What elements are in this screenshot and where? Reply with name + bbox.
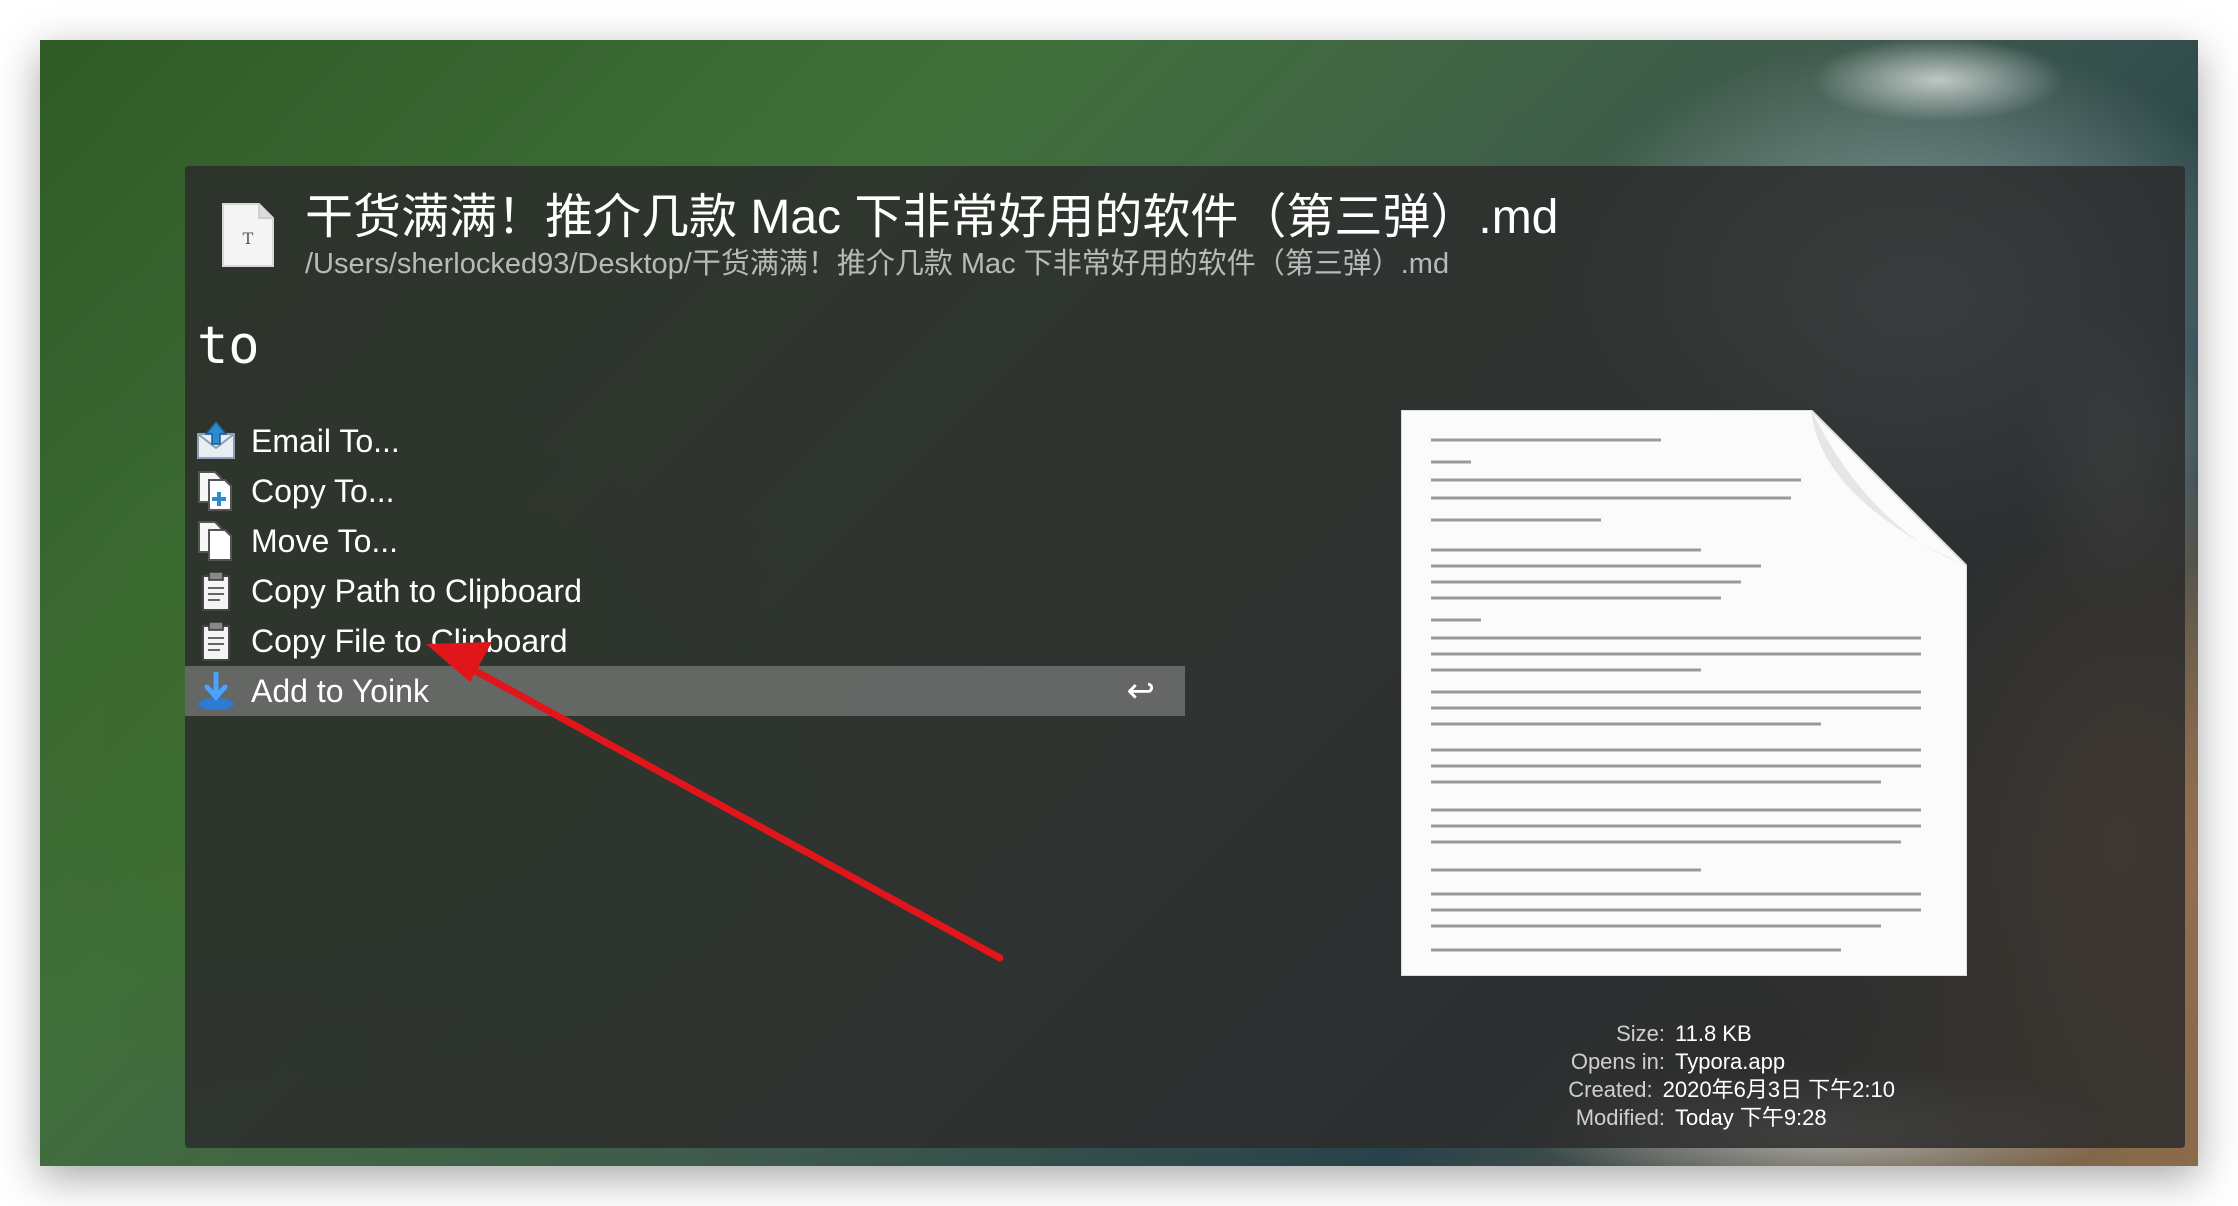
action-email-to[interactable]: Email To... bbox=[185, 416, 1185, 466]
opens-in-value: Typora.app bbox=[1675, 1049, 1786, 1074]
action-label: Copy To... bbox=[251, 473, 395, 509]
action-copy-path[interactable]: Copy Path to Clipboard bbox=[185, 566, 1185, 616]
email-icon bbox=[197, 420, 235, 459]
copy-to-icon bbox=[198, 471, 232, 511]
clipboard-icon bbox=[202, 571, 230, 611]
search-query[interactable]: to bbox=[197, 314, 260, 378]
opens-in-row: Opens in: Typora.app bbox=[1475, 1048, 1895, 1076]
action-copy-file[interactable]: Copy File to Clipboard bbox=[185, 616, 1185, 666]
yoink-icon bbox=[198, 671, 234, 710]
opens-in-label: Opens in: bbox=[1570, 1049, 1665, 1074]
alfred-action-panel: T 干货满满！推介几款 Mac 下非常好用的软件（第三弹）.md /Users/… bbox=[185, 166, 2185, 1148]
action-move-to[interactable]: Move To... bbox=[185, 516, 1185, 566]
action-label: Copy File to Clipboard bbox=[251, 623, 568, 659]
action-add-to-yoink[interactable]: Add to Yoink ↩ bbox=[185, 666, 1185, 716]
size-label: Size: bbox=[1616, 1021, 1665, 1046]
file-size-row: Size: 11.8 KB bbox=[1475, 1020, 1895, 1048]
modified-value: Today 下午9:28 bbox=[1675, 1105, 1827, 1130]
document-icon: T bbox=[222, 203, 274, 267]
size-value: 11.8 KB bbox=[1675, 1021, 1752, 1046]
modified-label: Modified: bbox=[1575, 1105, 1665, 1130]
document-preview-icon bbox=[1401, 410, 1967, 976]
file-path: /Users/sherlocked93/Desktop/干货满满！推介几款 Ma… bbox=[305, 248, 1450, 280]
svg-text:T: T bbox=[243, 229, 254, 248]
created-value: 2020年6月3日 下午2:10 bbox=[1662, 1077, 1895, 1102]
move-to-icon bbox=[198, 521, 232, 561]
action-label: Add to Yoink bbox=[251, 673, 429, 709]
file-info: Size: 11.8 KB Opens in: Typora.app Creat… bbox=[1475, 1020, 1895, 1132]
modified-row: Modified: Today 下午9:28 bbox=[1475, 1104, 1895, 1132]
action-list: Email To... Copy To... Move To... Copy P… bbox=[185, 416, 1185, 716]
action-label: Email To... bbox=[251, 423, 400, 459]
clipboard-icon bbox=[202, 621, 230, 661]
return-key-icon: ↩ bbox=[1126, 671, 1156, 711]
action-label: Move To... bbox=[251, 523, 399, 559]
created-label: Created: bbox=[1568, 1077, 1653, 1102]
created-row: Created: 2020年6月3日 下午2:10 bbox=[1475, 1076, 1895, 1104]
action-label: Copy Path to Clipboard bbox=[251, 573, 582, 609]
desktop-wallpaper: T 干货满满！推介几款 Mac 下非常好用的软件（第三弹）.md /Users/… bbox=[40, 40, 2198, 1166]
action-copy-to[interactable]: Copy To... bbox=[185, 466, 1185, 516]
file-title: 干货满满！推介几款 Mac 下非常好用的软件（第三弹）.md bbox=[305, 191, 1559, 244]
